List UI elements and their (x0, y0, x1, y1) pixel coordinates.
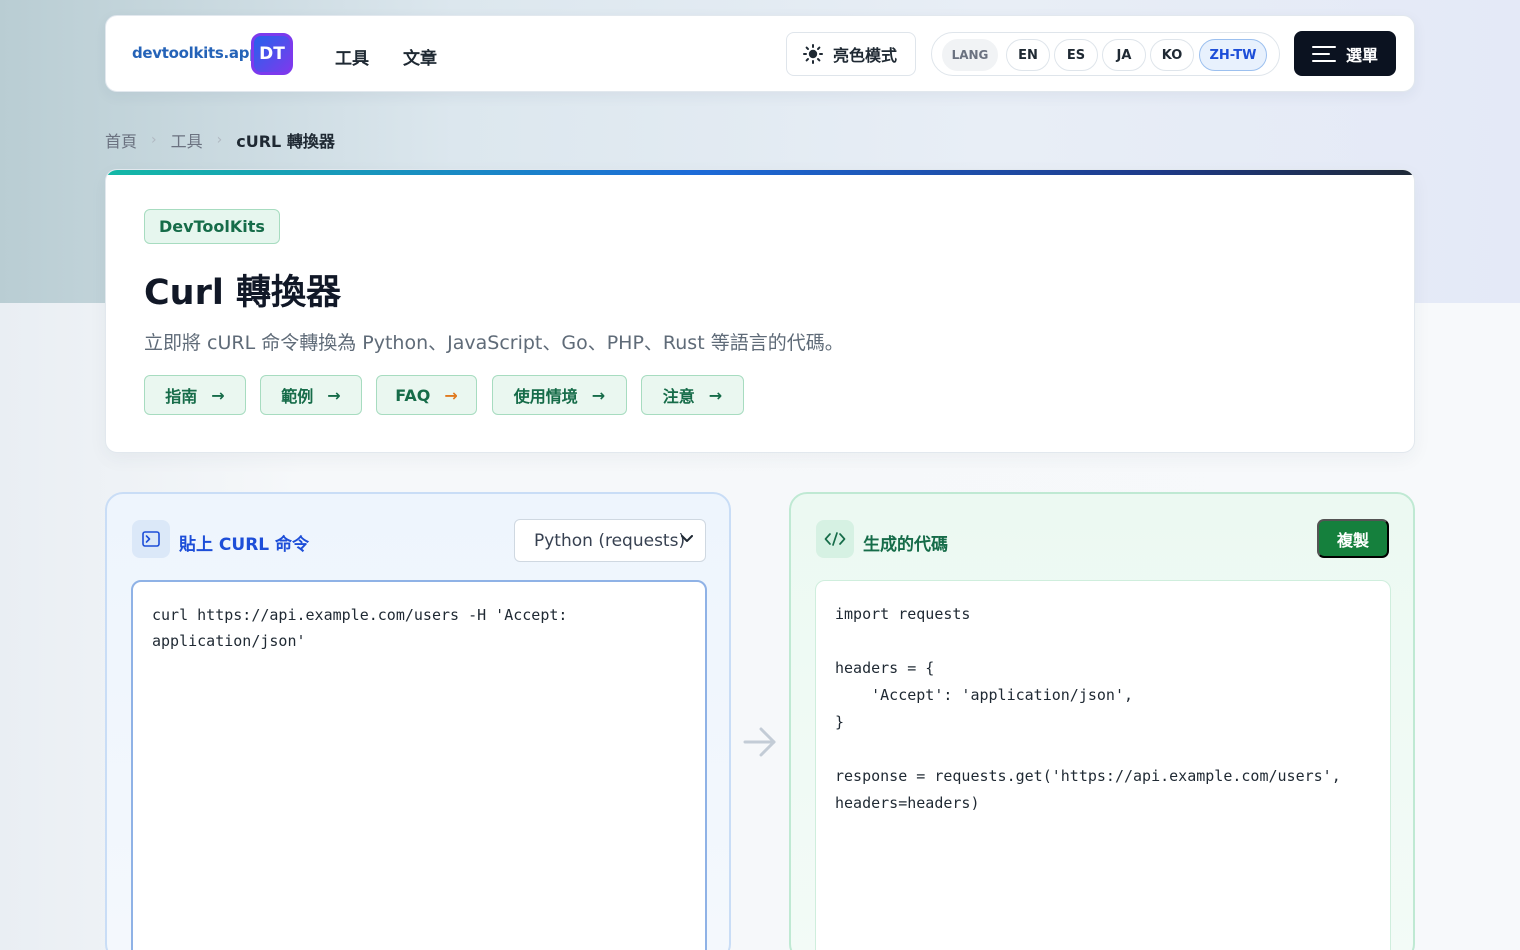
language-option-ja[interactable]: JA (1102, 39, 1146, 71)
chip-label: 使用情境 (513, 387, 578, 406)
sun-icon (803, 44, 823, 64)
chevron-right-icon: › (151, 132, 157, 148)
arrow-right-icon: → (444, 385, 458, 405)
logo-text[interactable]: devtoolkits.app (132, 44, 260, 62)
language-option-zh-tw[interactable]: ZH-TW (1199, 39, 1267, 71)
chip-label: 注意 (662, 387, 695, 406)
language-option-en[interactable]: EN (1006, 39, 1050, 71)
chip-use-cases[interactable]: 使用情境 → (492, 375, 627, 415)
site-header: devtoolkits.app DT 工具 文章 亮色模式 LANG EN ES… (105, 15, 1415, 92)
arrow-right-icon (743, 727, 776, 757)
curl-input-value: curl https://api.example.com/users -H 'A… (152, 606, 568, 650)
terminal-icon (132, 520, 170, 558)
language-option-ko[interactable]: KO (1150, 39, 1194, 71)
logo-icon[interactable]: DT (251, 33, 293, 75)
chip-faq[interactable]: FAQ → (376, 375, 477, 415)
breadcrumb-home[interactable]: 首頁 (105, 128, 137, 152)
arrow-right-icon: → (708, 385, 723, 405)
page-title: Curl 轉換器 (144, 273, 342, 313)
chevron-right-icon: › (216, 132, 223, 148)
nav-link-articles[interactable]: 文章 (403, 44, 437, 69)
language-label: LANG (942, 39, 998, 71)
curl-input[interactable]: curl https://api.example.com/users -H 'A… (131, 580, 707, 950)
chip-guide[interactable]: 指南 → (144, 375, 246, 415)
generated-code-panel: 生成的代碼 複製 import requests headers = { 'Ac… (789, 492, 1415, 950)
breadcrumb-tools[interactable]: 工具 (171, 128, 203, 152)
chip-examples[interactable]: 範例 → (260, 375, 362, 415)
target-language-select[interactable]: Python (requests) (514, 519, 706, 562)
language-option-es[interactable]: ES (1054, 39, 1098, 71)
chip-label: FAQ (395, 385, 431, 405)
arrow-right-icon: → (327, 385, 341, 405)
chip-notes[interactable]: 注意 → (641, 375, 744, 415)
hamburger-icon (1311, 45, 1336, 62)
page-subtitle: 立即將 cURL 命令轉換為 Python、JavaScript、Go、PHP、… (144, 332, 844, 354)
output-panel-title: 生成的代碼 (863, 535, 948, 555)
copy-button[interactable]: 複製 (1317, 519, 1389, 558)
input-panel-title: 貼上 CURL 命令 (179, 535, 310, 555)
hero-accent-bar (106, 170, 1414, 175)
chevron-down-icon (681, 535, 693, 542)
menu-button[interactable]: 選單 (1294, 31, 1396, 76)
breadcrumb: 首頁 › 工具 › cURL 轉換器 (105, 128, 335, 152)
menu-label: 選單 (1345, 45, 1378, 65)
nav-link-tools[interactable]: 工具 (335, 44, 369, 69)
chip-label: 範例 (281, 387, 314, 406)
arrow-right-icon: → (211, 385, 225, 405)
theme-toggle-button[interactable]: 亮色模式 (786, 32, 916, 76)
chip-label: 指南 (165, 387, 198, 406)
brand-badge: DevToolKits (144, 209, 280, 244)
breadcrumb-current: cURL 轉換器 (236, 132, 335, 151)
arrow-right-icon: → (591, 385, 606, 405)
language-switcher: LANG EN ES JA KO ZH-TW (931, 32, 1280, 76)
code-icon (816, 520, 854, 558)
theme-toggle-label: 亮色模式 (833, 46, 898, 65)
hero-card: DevToolKits Curl 轉換器 立即將 cURL 命令轉換為 Pyth… (105, 169, 1415, 453)
generated-code-output[interactable]: import requests headers = { 'Accept': 'a… (815, 580, 1391, 950)
curl-input-panel: 貼上 CURL 命令 Python (requests) curl https:… (105, 492, 731, 950)
target-language-value: Python (requests) (534, 530, 686, 551)
